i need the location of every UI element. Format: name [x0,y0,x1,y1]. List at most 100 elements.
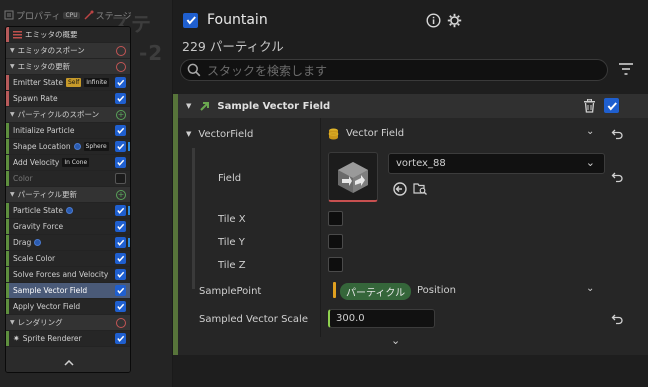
tile-z-row: Tile Z [178,254,648,276]
module-enable-checkbox[interactable] [115,285,126,296]
asset-thumbnail[interactable] [328,152,378,202]
particle-count: 229 パーティクル [182,39,284,54]
module-enable-checkbox[interactable] [115,77,126,88]
stack-module-row[interactable]: Color [6,171,130,187]
add-module-icon[interactable]: + [116,109,126,120]
module-enable-checkbox[interactable] [115,301,126,312]
stack-row-label: パーティクルのスポーン [17,110,100,119]
expand-more-icon[interactable]: ⌄ [391,334,400,347]
row-color-stripe [6,299,9,314]
module-enable-checkbox[interactable] [115,269,126,280]
tile-z-checkbox[interactable] [328,257,343,272]
check-icon [117,303,125,310]
vectorfield-value: Vector Field [346,128,405,139]
field-asset-picker[interactable]: vortex_88 ⌄ [388,153,605,174]
vectorfield-dropdown-icon[interactable]: ⌄ [586,126,594,137]
stack-module-row[interactable]: Apply Vector Field [6,299,130,315]
stack-module-row[interactable]: Sample Vector Field [6,283,130,299]
stack-module-row[interactable]: Spawn Rate [6,91,130,107]
stack-row-label: Solve Forces and Velocity [13,270,109,279]
search-placeholder: スタックを検索します [207,63,328,78]
module-enable-checkbox[interactable] [115,157,126,168]
stack-module-row[interactable]: Scale Color [6,251,130,267]
stack-module-row[interactable]: Initialize Particle [6,123,130,139]
stack-row-label: Gravity Force [13,222,64,231]
sampled-scale-input[interactable]: 300.0 [328,309,435,328]
add-module-icon[interactable]: + [116,189,126,200]
stack-group-header[interactable]: ▼ パーティクルのスポーン + [6,107,130,123]
row-color-stripe [6,283,9,298]
group-collapse-icon[interactable]: ▼ [10,319,15,326]
stack-group-header[interactable]: ▼ エミッタの更新 [6,59,130,75]
stack-group-header[interactable]: ▼ エミッタのスポーン [6,43,130,59]
reset-arrow-icon[interactable] [611,128,623,140]
stack-module-row[interactable]: ✷ Sprite Renderer [6,331,130,347]
emitter-enable-checkbox[interactable] [183,12,198,28]
vectorfield-row: ▼ VectorField Vector Field ⌄ [178,122,648,146]
vectorfield-expand-icon[interactable]: ▼ [186,130,191,138]
group-collapse-icon[interactable]: ▼ [10,191,15,198]
use-selected-icon[interactable] [393,182,407,196]
module-arrow-icon [200,102,210,111]
row-color-stripe [6,203,9,218]
stack-search-input[interactable]: スタックを検索します [180,59,608,81]
stack-module-row[interactable]: Shape Location Sphere [6,139,130,155]
stack-row-label: Scale Color [13,254,56,263]
search-icon [187,63,201,77]
collapse-arrow-icon[interactable]: ▼ [186,102,191,110]
module-tag: In Cone [62,158,90,167]
tile-y-checkbox[interactable] [328,234,343,249]
row-color-stripe [6,235,9,250]
stack-group-header[interactable]: ▼ レンダリング [6,315,130,331]
add-module-icon[interactable] [116,61,126,72]
browse-icon[interactable] [413,182,428,196]
stack-module-row[interactable]: Particle State [6,203,130,219]
module-enable-checkbox[interactable] [115,253,126,264]
module-header[interactable]: ▼ Sample Vector Field [178,94,648,118]
gear-icon[interactable] [447,13,462,28]
add-module-icon[interactable] [116,45,126,56]
stack-row-label: Particle State [13,206,63,215]
module-enable-checkbox[interactable] [115,237,126,248]
field-reset-icon[interactable] [611,171,623,183]
module-enable-checkbox[interactable] [115,141,126,152]
stack-row-label: Shape Location [13,142,71,151]
filter-icon[interactable] [618,62,634,76]
stack-module-row[interactable]: Add Velocity In Cone [6,155,130,171]
add-module-icon[interactable] [116,317,126,328]
module-enable-checkbox[interactable] [115,221,126,232]
stack-module-row[interactable]: Emitter State Self Infinite [6,75,130,91]
stack-row-label: エミッタのスポーン [17,46,85,55]
module-enable-checkbox[interactable] [115,93,126,104]
module-enable-checkbox[interactable] [115,205,126,216]
tile-x-checkbox[interactable] [328,211,343,226]
stack-module-row[interactable]: エミッタの概要 [6,27,130,43]
row-color-stripe [6,139,9,154]
check-icon [607,101,617,110]
collapse-stack-button[interactable] [6,354,130,372]
check-icon [117,287,125,294]
list-icon [13,30,22,38]
group-collapse-icon[interactable]: ▼ [10,63,15,70]
particle-namespace-pill[interactable]: パーティクル [340,283,412,300]
vectorfield-label: VectorField [198,128,254,140]
module-enable-checkbox[interactable] [115,173,126,184]
stack-module-row[interactable]: Solve Forces and Velocity [6,267,130,283]
trash-icon[interactable] [583,99,596,113]
tab-properties[interactable]: プロパティ CPU [4,9,80,22]
scale-reset-icon[interactable] [611,313,623,325]
stack-module-row[interactable]: Gravity Force [6,219,130,235]
stage-icon [84,10,94,20]
param-type-bar [333,282,336,298]
group-collapse-icon[interactable]: ▼ [10,47,15,54]
samplepoint-dropdown-icon[interactable]: ⌄ [586,283,594,294]
module-enable-checkbox[interactable] [604,98,619,113]
stack-group-header[interactable]: ▼ パーティクル更新 + [6,187,130,203]
group-collapse-icon[interactable]: ▼ [10,111,15,118]
stack-row-label: パーティクル更新 [17,190,77,199]
stack-module-row[interactable]: Drag [6,235,130,251]
module-enable-checkbox[interactable] [115,125,126,136]
modified-indicator [128,142,130,151]
info-icon[interactable] [426,13,441,28]
module-enable-checkbox[interactable] [115,333,126,344]
